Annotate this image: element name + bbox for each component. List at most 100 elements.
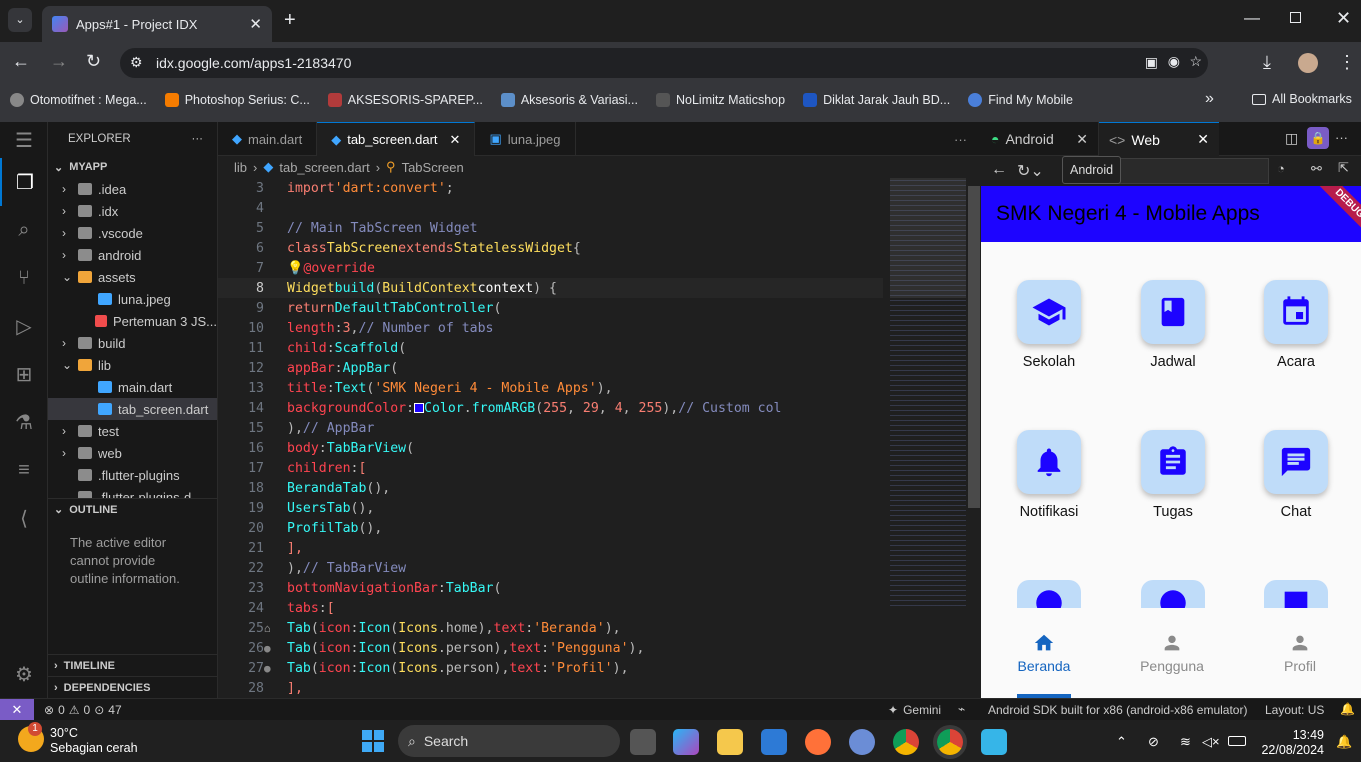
grid-item-partial[interactable]	[1141, 580, 1205, 608]
link-icon[interactable]: ⚯	[1311, 161, 1322, 177]
bookmark-item[interactable]: AKSESORIS-SPAREP...	[327, 93, 483, 107]
tree-item[interactable]: luna.jpeg	[48, 288, 217, 310]
code-editor[interactable]: 3 import 'dart:convert'; 4 5// Main TabSc…	[218, 178, 883, 698]
tree-item[interactable]: › test	[48, 420, 217, 442]
eye-icon[interactable]: ◉	[1168, 53, 1180, 70]
tree-item[interactable]: › .idx	[48, 200, 217, 222]
tree-item[interactable]: .flutter-plugins	[48, 464, 217, 486]
search-box[interactable]: ⌕ Search	[398, 725, 620, 757]
address-bar[interactable]: ⚙ idx.google.com/apps1-2183470 ▣ ◉ ☆	[120, 48, 1208, 78]
grid-item-partial[interactable]	[1017, 580, 1081, 608]
gemini-status[interactable]: ✦ Gemini	[888, 703, 941, 717]
close-icon[interactable]: ✕	[1076, 131, 1088, 148]
tab-list-button[interactable]: ⌄	[8, 8, 32, 32]
all-bookmarks[interactable]: All Bookmarks	[1252, 92, 1352, 106]
notes-icon[interactable]	[981, 729, 1007, 755]
remote-indicator[interactable]: ✕	[0, 699, 34, 720]
dependencies-section[interactable]: › DEPENDENCIES	[48, 676, 218, 698]
task-view-icon[interactable]	[630, 729, 656, 755]
tray-chevron-icon[interactable]: ⌃	[1116, 734, 1127, 750]
run-debug-icon[interactable]: ▷	[0, 302, 48, 350]
tree-item[interactable]: Pertemuan 3 JS...	[48, 310, 217, 332]
hamburger-icon[interactable]: ☰	[0, 122, 48, 158]
chrome-profile-icon[interactable]	[937, 729, 963, 755]
browser-icon[interactable]	[849, 729, 875, 755]
tab-web[interactable]: <> Web ✕	[1099, 122, 1219, 156]
close-tab-icon[interactable]: ✕	[249, 15, 262, 33]
tree-item[interactable]: › .idea	[48, 178, 217, 200]
tree-item[interactable]: ⌄ assets	[48, 266, 217, 288]
close-icon[interactable]: ✕	[1197, 131, 1209, 148]
forward-icon[interactable]: →	[50, 51, 68, 72]
store-icon[interactable]	[761, 729, 787, 755]
tree-item[interactable]: › .vscode	[48, 222, 217, 244]
nav-profil[interactable]: Profil	[1237, 632, 1361, 674]
editor-scrollbar[interactable]	[968, 186, 980, 508]
bookmark-item[interactable]: Find My Mobile	[968, 93, 1073, 107]
tree-item[interactable]: › android	[48, 244, 217, 266]
back-icon[interactable]: ←	[12, 51, 30, 72]
star-icon[interactable]: ☆	[1189, 53, 1202, 70]
reload-icon[interactable]: ↻	[86, 51, 101, 72]
tree-item[interactable]: › web	[48, 442, 217, 464]
restore-icon[interactable]	[1290, 12, 1301, 23]
tab-luna-jpeg[interactable]: ▣ luna.jpeg	[475, 122, 576, 156]
back-icon[interactable]: ←	[991, 161, 1007, 179]
grid-item-notifikasi[interactable]: Notifikasi	[994, 430, 1104, 520]
idx-icon[interactable]: ⟨	[0, 494, 48, 542]
grid-item-tugas[interactable]: Tugas	[1118, 430, 1228, 520]
network-off-icon[interactable]: ⊘	[1148, 734, 1159, 750]
tab-tab-screen-dart[interactable]: ◆ tab_screen.dart ✕	[317, 122, 476, 156]
tree-root[interactable]: ⌄ MYAPP	[48, 156, 217, 178]
nav-beranda[interactable]: Beranda	[981, 632, 1107, 674]
wifi-icon[interactable]: ≋	[1180, 734, 1191, 750]
breadcrumb-item[interactable]: TabScreen	[402, 160, 464, 175]
battery-icon[interactable]	[1228, 736, 1246, 746]
outline-icon[interactable]: ≡	[0, 446, 48, 494]
search-icon[interactable]: ⌕	[0, 206, 48, 254]
grid-item-chat[interactable]: Chat	[1241, 430, 1351, 520]
bookmark-item[interactable]: NoLimitz Maticshop	[655, 93, 785, 107]
bookmark-item[interactable]: Aksesoris & Variasi...	[500, 93, 638, 107]
tree-item[interactable]: .flutter-plugins-d...	[48, 486, 217, 498]
copilot-icon[interactable]	[673, 729, 699, 755]
layout-status[interactable]: Layout: US	[1265, 703, 1324, 717]
browser-tab[interactable]: Apps#1 - Project IDX ✕	[42, 6, 272, 42]
more-bookmarks-icon[interactable]: »	[1205, 90, 1214, 108]
nav-pengguna[interactable]: Pengguna	[1109, 632, 1235, 674]
grid-item-acara[interactable]: Acara	[1241, 280, 1351, 370]
minimize-icon[interactable]: —	[1244, 10, 1260, 28]
breadcrumb-item[interactable]: lib	[234, 160, 247, 175]
minimap-viewport[interactable]	[890, 178, 966, 298]
bookmark-item[interactable]: Diklat Jarak Jauh BD...	[803, 93, 950, 107]
close-icon[interactable]: ✕	[450, 132, 461, 148]
weather-widget[interactable]: 1 30°C Sebagian cerah	[18, 722, 138, 756]
download-icon[interactable]: ⤓	[1263, 52, 1271, 73]
notifications-icon[interactable]: 🔔	[1340, 702, 1355, 716]
speed-icon[interactable]: ◔	[1277, 161, 1285, 176]
broadcast-icon[interactable]: ⌁	[958, 702, 965, 716]
source-control-icon[interactable]: ⑂	[0, 254, 48, 302]
close-window-icon[interactable]: ✕	[1336, 8, 1351, 29]
more-actions-icon[interactable]: ···	[940, 122, 981, 156]
bookmark-item[interactable]: Photoshop Serius: C...	[164, 93, 310, 107]
outline-section[interactable]: ⌄ OUTLINE	[48, 498, 217, 520]
volume-icon[interactable]: ◁×	[1202, 734, 1220, 750]
chrome-icon[interactable]	[893, 729, 919, 755]
tab-android[interactable]: ◓ Android ✕	[981, 122, 1099, 156]
start-icon[interactable]	[362, 730, 384, 752]
avatar[interactable]	[1298, 53, 1318, 73]
site-info-icon[interactable]: ⚙	[130, 54, 143, 71]
timeline-section[interactable]: › TIMELINE	[48, 654, 218, 676]
settings-gear-icon[interactable]: ⚙	[0, 650, 48, 698]
split-editor-icon[interactable]: ◫	[1285, 130, 1298, 147]
grid-item-sekolah[interactable]: Sekolah	[994, 280, 1104, 370]
lock-icon[interactable]: 🔒	[1307, 127, 1329, 149]
tree-item[interactable]: tab_screen.dart	[48, 398, 217, 420]
testing-icon[interactable]: ⚗	[0, 398, 48, 446]
menu-icon[interactable]: ⋮	[1338, 52, 1356, 73]
file-explorer-icon[interactable]	[717, 729, 743, 755]
bookmark-item[interactable]: Otomotifnet : Mega...	[10, 93, 147, 107]
more-actions-icon[interactable]: ···	[1335, 130, 1348, 145]
explorer-icon[interactable]: ❐	[0, 158, 48, 206]
